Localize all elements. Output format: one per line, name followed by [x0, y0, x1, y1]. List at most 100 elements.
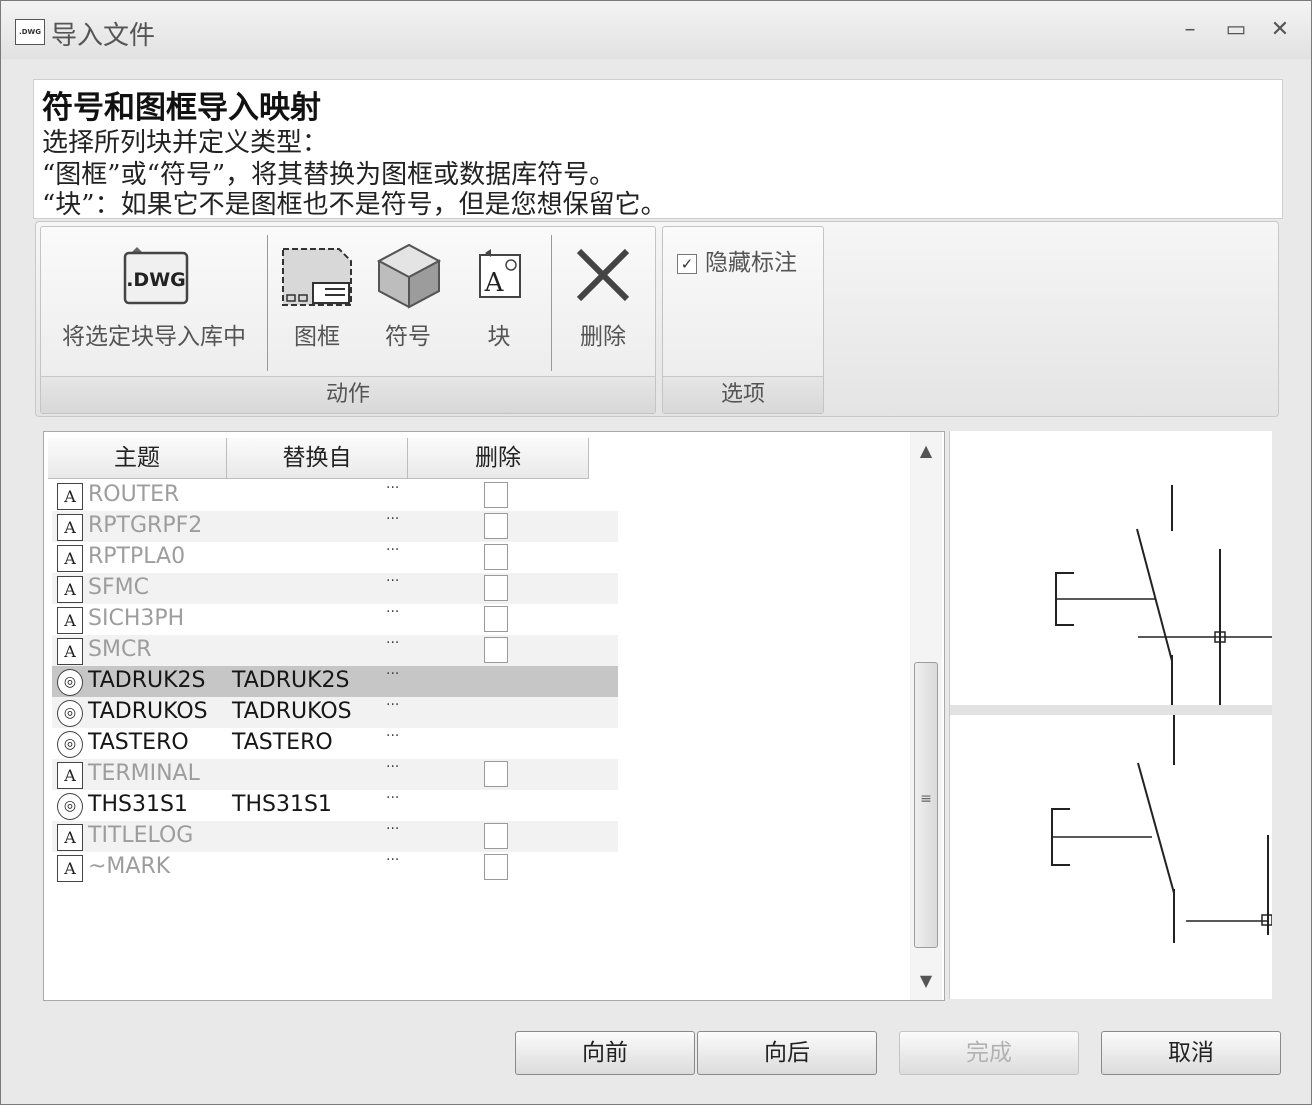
table-row[interactable]: A SMCR ··· [52, 635, 618, 666]
window-title: 导入文件 [51, 21, 156, 51]
dwg-file-icon: .DWG [123, 247, 189, 305]
block-button[interactable]: A 块 [457, 235, 541, 375]
row-replace-from: TADRUKOS [232, 699, 352, 724]
hide-annotation-label: 隐藏标注 [705, 250, 797, 276]
next-button[interactable]: 向后 [697, 1031, 877, 1075]
options-group-label: 选项 [663, 376, 823, 413]
table-row[interactable]: A RPTGRPF2 ··· [52, 511, 618, 542]
dwg-icon-text: .DWG [126, 269, 186, 291]
row-subject: TITLELOG [88, 823, 194, 848]
row-subject: TADRUK2S [88, 668, 206, 693]
table-row[interactable]: A TITLELOG ··· [52, 821, 618, 852]
close-button[interactable]: ✕ [1263, 15, 1297, 45]
back-button[interactable]: 向前 [515, 1031, 695, 1075]
ribbon-separator [267, 235, 268, 371]
import-to-library-button[interactable]: .DWG 将选定块导入库中 [47, 235, 261, 375]
row-delete-checkbox[interactable] [484, 637, 508, 663]
scroll-down-arrow-icon[interactable]: ▼ [910, 966, 942, 996]
table-row[interactable]: A SICH3PH ··· [52, 604, 618, 635]
row-subject: TERMINAL [88, 761, 200, 786]
frame-button[interactable]: 图框 [275, 235, 359, 375]
page-title: 符号和图框导入映射 [42, 90, 321, 126]
row-browse-button[interactable]: ··· [386, 821, 399, 837]
table-row[interactable]: A RPTPLA0 ··· [52, 542, 618, 573]
dwg-app-icon: .DWG [15, 19, 45, 45]
block-label: 块 [487, 324, 511, 350]
table-row[interactable]: A SFMC ··· [52, 573, 618, 604]
symbol-icon: ◎ [57, 669, 83, 696]
row-browse-button[interactable]: ··· [386, 635, 399, 651]
block-icon: A [57, 607, 83, 634]
table-row[interactable]: A TERMINAL ··· [52, 759, 618, 790]
row-subject: ROUTER [88, 482, 180, 507]
scroll-up-arrow-icon[interactable]: ▲ [910, 436, 942, 466]
symbol-preview-pane [949, 431, 1272, 999]
block-icon: A [57, 483, 83, 510]
row-browse-button[interactable]: ··· [386, 852, 399, 868]
column-header-subject[interactable]: 主题 [48, 438, 227, 479]
preview-symbol-top [1055, 485, 1272, 705]
symbol-button[interactable]: 符号 [367, 235, 449, 375]
symbol-cube-icon [376, 243, 442, 309]
row-replace-from: THS31S1 [232, 792, 332, 817]
row-browse-button[interactable]: ··· [386, 604, 399, 620]
block-icon: A [57, 576, 83, 603]
row-delete-checkbox[interactable] [484, 761, 508, 787]
table-row[interactable]: A ROUTER ··· [52, 480, 618, 511]
row-delete-checkbox[interactable] [484, 513, 508, 539]
frame-icon [282, 248, 352, 306]
scroll-thumb[interactable]: ≡ [914, 662, 938, 948]
column-header-delete[interactable]: 删除 [408, 438, 589, 479]
delete-label: 删除 [580, 324, 626, 350]
row-delete-checkbox[interactable] [484, 823, 508, 849]
row-browse-button[interactable]: ··· [386, 759, 399, 775]
ribbon-separator [551, 235, 552, 371]
row-browse-button[interactable]: ··· [386, 542, 399, 558]
row-subject: SFMC [88, 575, 149, 600]
block-mapping-table: 主题 替换自 删除 A ROUTER ··· A RPTGRPF2 ··· A RPTPLA0… [43, 431, 945, 1001]
symbol-icon: ◎ [57, 793, 83, 820]
minimize-button[interactable]: – [1173, 15, 1207, 45]
row-delete-checkbox[interactable] [484, 854, 508, 880]
title-bar: .DWG 导入文件 – ▭ ✕ [1, 1, 1311, 59]
row-delete-checkbox[interactable] [484, 606, 508, 632]
row-delete-checkbox[interactable] [484, 482, 508, 508]
maximize-button[interactable]: ▭ [1219, 15, 1253, 45]
row-browse-button[interactable]: ··· [386, 728, 399, 744]
row-browse-button[interactable]: ··· [386, 480, 399, 496]
delete-button[interactable]: 删除 [559, 235, 647, 375]
row-browse-button[interactable]: ··· [386, 573, 399, 589]
hide-annotation-checkbox[interactable]: ✓ [677, 253, 697, 274]
symbol-icon: ◎ [57, 731, 83, 758]
table-scrollbar[interactable]: ▲ ≡ ▼ [910, 432, 942, 1000]
symbol-icon: ◎ [57, 700, 83, 727]
column-header-replace-from[interactable]: 替换自 [227, 438, 408, 479]
table-row[interactable]: ◎ TADRUK2S TADRUK2S ··· [52, 666, 618, 697]
cancel-button[interactable]: 取消 [1101, 1031, 1281, 1075]
hide-annotation-option[interactable]: ✓ 隐藏标注 [677, 243, 797, 277]
table-row[interactable]: ◎ THS31S1 THS31S1 ··· [52, 790, 618, 821]
row-subject: RPTGRPF2 [88, 513, 203, 538]
table-row[interactable]: ◎ TADRUKOS TADRUKOS ··· [52, 697, 618, 728]
row-delete-checkbox[interactable] [484, 575, 508, 601]
block-icon: A [57, 638, 83, 665]
ribbon-toolbar: .DWG 将选定块导入库中 图框 符号 A 块 删除 动作 ✓ 隐藏标注 选项 [35, 221, 1279, 417]
block-icon: A [57, 514, 83, 541]
row-subject: THS31S1 [88, 792, 188, 817]
symbol-label: 符号 [385, 324, 431, 350]
row-browse-button[interactable]: ··· [386, 666, 399, 682]
table-row[interactable]: A ~MARK ··· [52, 852, 618, 883]
actions-group-label: 动作 [41, 376, 655, 413]
row-browse-button[interactable]: ··· [386, 511, 399, 527]
table-row[interactable]: ◎ TASTERO TASTERO ··· [52, 728, 618, 759]
row-replace-from: TADRUK2S [232, 668, 350, 693]
preview-separator [950, 705, 1272, 715]
row-delete-checkbox[interactable] [484, 544, 508, 570]
instruction-panel: 符号和图框导入映射 选择所列块并定义类型： “图框”或“符号”，将其替换为图框或… [33, 79, 1283, 220]
scroll-grip-icon: ≡ [920, 791, 932, 807]
finish-button[interactable]: 完成 [899, 1031, 1079, 1075]
row-browse-button[interactable]: ··· [386, 790, 399, 806]
row-browse-button[interactable]: ··· [386, 697, 399, 713]
row-subject: SMCR [88, 637, 152, 662]
block-icon: A [57, 762, 83, 789]
